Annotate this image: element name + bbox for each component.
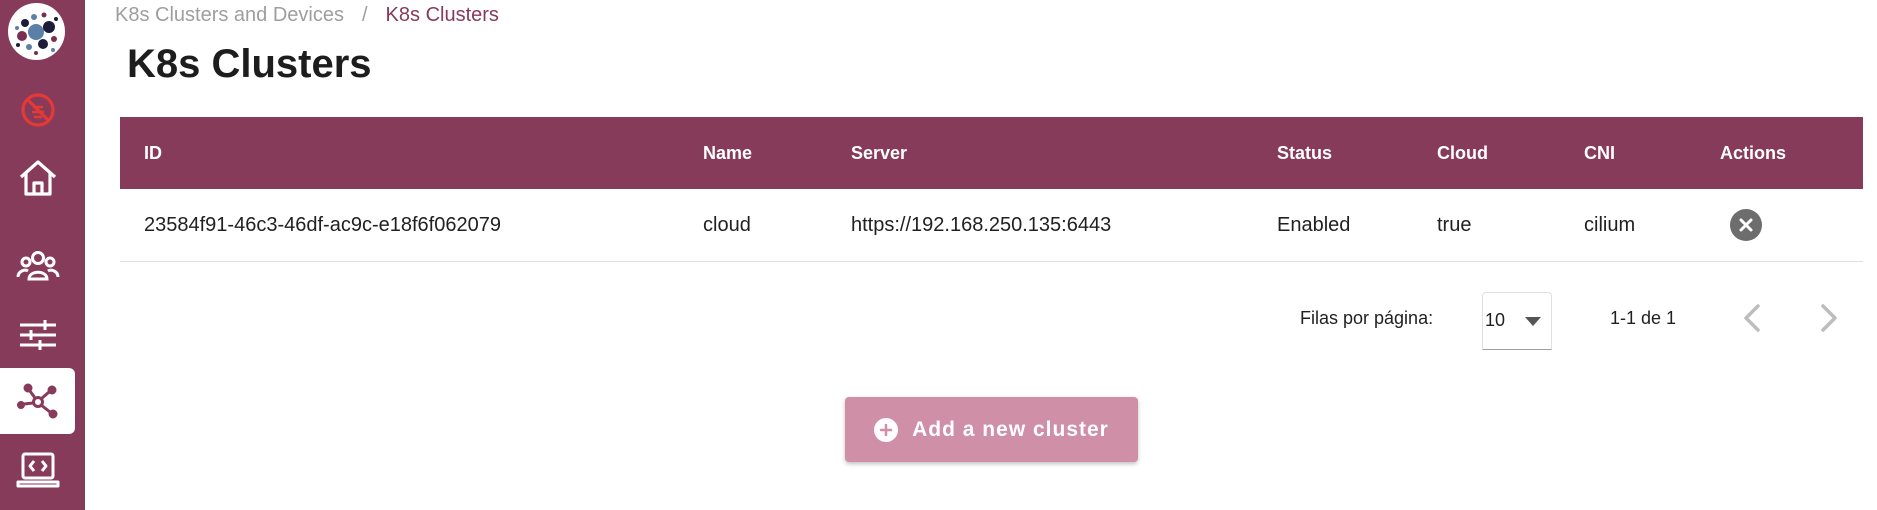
no-bug-icon[interactable] [0, 77, 75, 143]
column-header-server: Server [851, 143, 908, 163]
logo-dots-icon[interactable] [8, 3, 65, 60]
column-header-status: Status [1277, 143, 1333, 163]
cell-status: Enabled [1277, 214, 1351, 236]
network-nodes-icon[interactable] [0, 368, 75, 434]
page-title: K8s Clusters [127, 42, 372, 86]
breadcrumb-current: K8s Clusters [385, 4, 499, 26]
sliders-icon[interactable] [0, 302, 75, 368]
users-group-icon[interactable] [0, 233, 75, 299]
table-header: ID Name Server Status Cloud CNI Actions [120, 117, 1863, 189]
pagination-range: 1-1 de 1 [1610, 308, 1677, 328]
laptop-code-icon[interactable] [0, 437, 75, 503]
delete-cluster-button[interactable] [1730, 209, 1762, 241]
add-cluster-button[interactable]: Add a new cluster [845, 397, 1138, 462]
column-header-name: Name [703, 143, 753, 163]
previous-page-button[interactable] [1733, 298, 1773, 338]
close-icon [1739, 218, 1753, 232]
chevron-left-icon [1744, 304, 1760, 332]
column-header-actions: Actions [1720, 143, 1787, 163]
breadcrumb: K8s Clusters and Devices / K8s Clusters [115, 4, 499, 27]
rows-per-page-select[interactable]: 10 [1482, 292, 1552, 350]
column-header-id: ID [144, 143, 162, 163]
clusters-table: ID Name Server Status Cloud CNI Actions … [120, 117, 1863, 350]
sidebar [0, 0, 85, 510]
rows-per-page-label: Filas por página: [1300, 308, 1434, 328]
cell-name: cloud [703, 214, 751, 236]
breadcrumb-parent-link[interactable]: K8s Clusters and Devices [115, 4, 344, 27]
rows-per-page-value: 10 [1485, 310, 1506, 330]
cell-cni: cilium [1584, 214, 1636, 236]
cell-id: 23584f91-46c3-46df-ac9c-e18f6f062079 [144, 214, 501, 236]
add-cluster-label: Add a new cluster [912, 417, 1109, 441]
cell-cloud: true [1437, 214, 1472, 236]
app-root: K8s Clusters and Devices / K8s Clusters … [0, 0, 1877, 510]
row-divider [120, 261, 1863, 262]
plus-circle-icon [874, 417, 899, 442]
home-icon[interactable] [0, 145, 75, 211]
pagination: Filas por página: 10 1-1 de 1 [120, 282, 1863, 354]
next-page-button[interactable] [1808, 298, 1848, 338]
cell-server: https://192.168.250.135:6443 [851, 214, 1112, 236]
breadcrumb-separator: / [361, 4, 368, 26]
column-header-cloud: Cloud [1437, 143, 1488, 163]
caret-down-icon [1525, 317, 1541, 326]
chevron-right-icon [1821, 304, 1837, 332]
column-header-cni: CNI [1584, 143, 1615, 163]
